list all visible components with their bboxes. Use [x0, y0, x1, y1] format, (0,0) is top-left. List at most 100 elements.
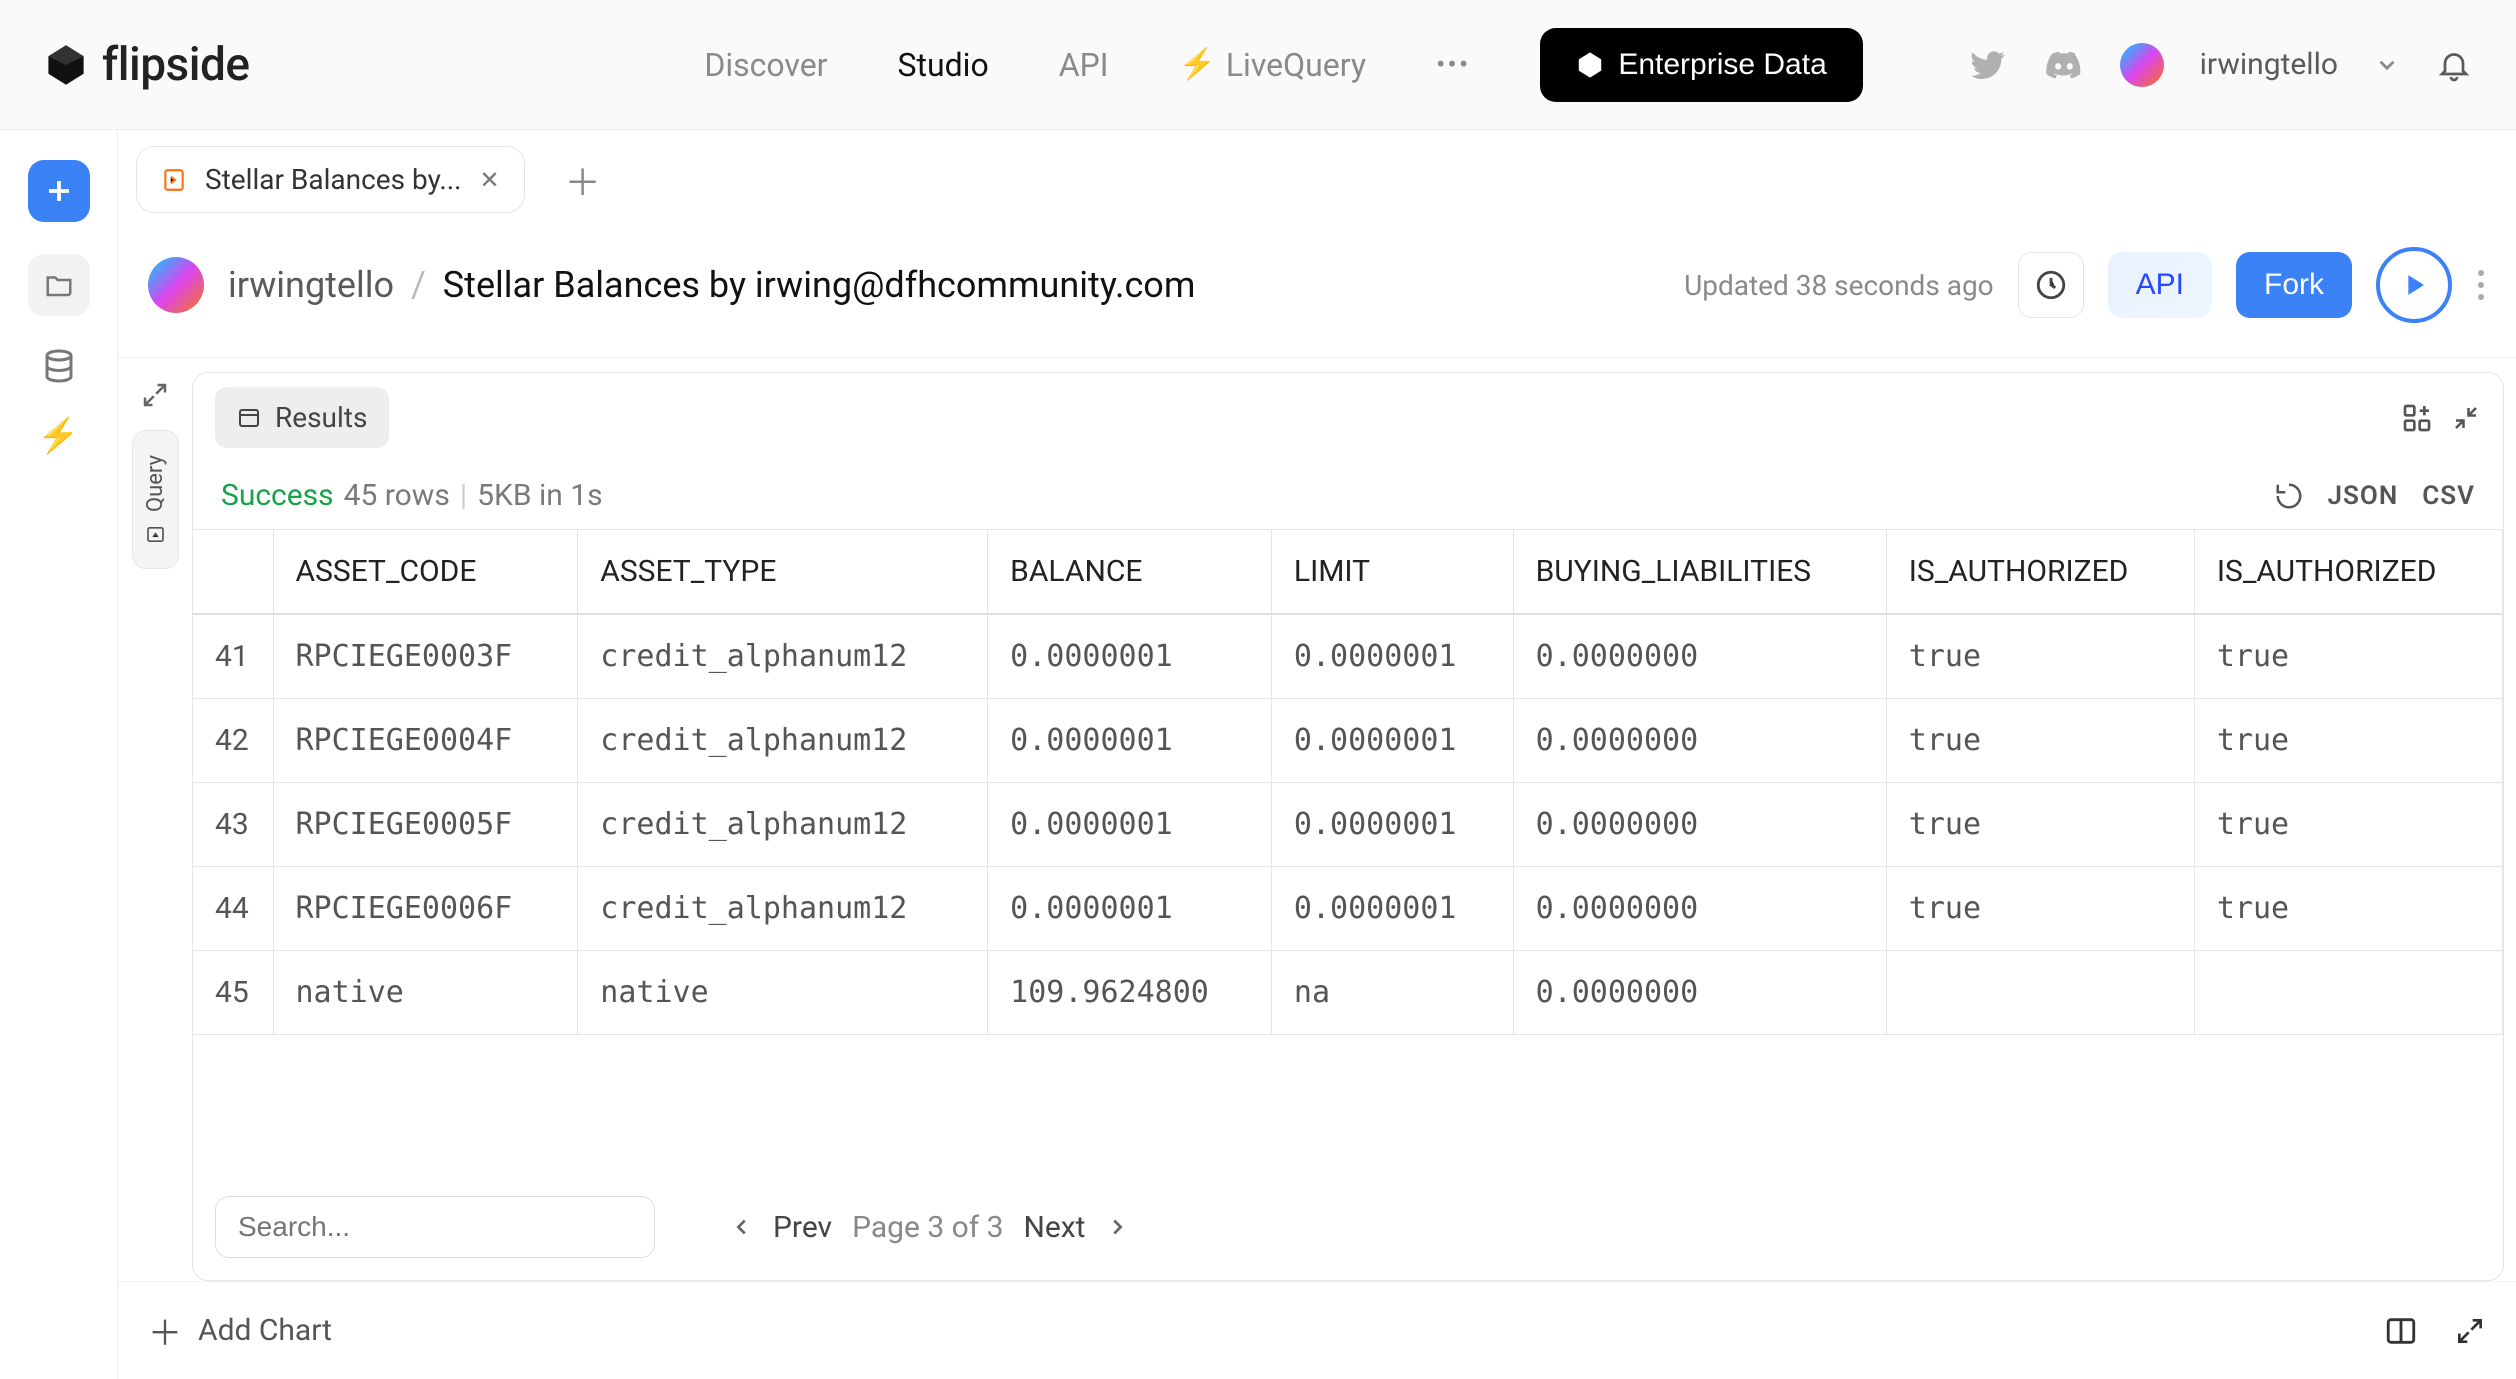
cell: native: [578, 951, 988, 1035]
cell: 0.0000001: [988, 867, 1272, 951]
prev-button[interactable]: Prev: [773, 1210, 832, 1245]
add-widget-icon[interactable]: [2401, 402, 2433, 434]
chevron-right-icon[interactable]: [1106, 1216, 1128, 1238]
cell: true: [1886, 867, 2194, 951]
table-row[interactable]: 45nativenative109.9624800na0.0000000: [193, 951, 2503, 1035]
fork-button[interactable]: Fork: [2236, 252, 2352, 318]
query-sidebar-label: Query: [143, 455, 168, 512]
cell: [1886, 951, 2194, 1035]
breadcrumb: irwingtello / Stellar Balances by irwing…: [228, 264, 1195, 306]
results-table-wrap[interactable]: ASSET_CODE ASSET_TYPE BALANCE LIMIT BUYI…: [193, 529, 2503, 1174]
nav-studio[interactable]: Studio: [898, 46, 989, 84]
nav-livequery[interactable]: ⚡ LiveQuery: [1178, 46, 1366, 84]
cell: 109.9624800: [988, 951, 1272, 1035]
content-gutter: Query: [118, 358, 192, 1281]
table-row[interactable]: 41RPCIEGE0003Fcredit_alphanum120.0000001…: [193, 614, 2503, 699]
status-size: 5KB in 1s: [477, 478, 602, 513]
col-is-authorized-2[interactable]: IS_AUTHORIZED: [2194, 530, 2502, 615]
owner-avatar[interactable]: [148, 257, 204, 313]
export-csv-button[interactable]: CSV: [2422, 481, 2475, 511]
col-balance[interactable]: BALANCE: [988, 530, 1272, 615]
cell: 0.0000001: [988, 614, 1272, 699]
plus-icon[interactable]: ＋: [148, 1306, 182, 1355]
collapse-icon[interactable]: [2451, 403, 2481, 433]
col-asset-type[interactable]: ASSET_TYPE: [578, 530, 988, 615]
add-chart-button[interactable]: Add Chart: [198, 1313, 332, 1348]
row-number: 43: [193, 783, 273, 867]
main-area: Stellar Balances by... ✕ ＋ irwingtello /…: [118, 130, 2516, 1379]
bell-icon[interactable]: [2436, 47, 2472, 83]
expand-icon[interactable]: [140, 380, 170, 410]
history-button[interactable]: [2018, 252, 2084, 318]
row-number: 41: [193, 614, 273, 699]
nav-livequery-label: LiveQuery: [1226, 46, 1366, 84]
status-success: Success: [221, 478, 334, 513]
files-button[interactable]: [28, 254, 90, 316]
col-asset-code[interactable]: ASSET_CODE: [273, 530, 578, 615]
footer-bar: ＋ Add Chart: [118, 1281, 2516, 1379]
more-vertical-icon[interactable]: [2476, 267, 2486, 303]
cell: RPCIEGE0006F: [273, 867, 578, 951]
close-icon[interactable]: ✕: [480, 166, 500, 194]
query-sidebar-tab[interactable]: Query: [132, 430, 179, 569]
play-icon: [2397, 268, 2431, 302]
table-row[interactable]: 43RPCIEGE0005Fcredit_alphanum120.0000001…: [193, 783, 2503, 867]
brand-logo[interactable]: flipside: [44, 38, 250, 92]
expand-icon[interactable]: [2454, 1315, 2486, 1347]
next-button[interactable]: Next: [1023, 1210, 1085, 1245]
nav-discover[interactable]: Discover: [704, 46, 827, 84]
folder-icon: [44, 270, 74, 300]
cell: true: [2194, 614, 2502, 699]
user-name-label[interactable]: irwingtello: [2200, 47, 2338, 82]
add-tab-button[interactable]: ＋: [551, 154, 615, 206]
cell: 0.0000001: [1271, 614, 1513, 699]
discord-icon[interactable]: [2044, 45, 2084, 85]
page-title: Stellar Balances by irwing@dfhcommunity.…: [443, 264, 1196, 306]
run-button[interactable]: [2376, 247, 2452, 323]
enterprise-icon: [1576, 51, 1604, 79]
row-number: 45: [193, 951, 273, 1035]
cell: 0.0000001: [1271, 867, 1513, 951]
cell: true: [2194, 699, 2502, 783]
results-tab[interactable]: Results: [215, 387, 389, 448]
results-tab-label: Results: [275, 401, 367, 434]
user-avatar[interactable]: [2120, 43, 2164, 87]
enterprise-data-button[interactable]: Enterprise Data: [1540, 28, 1862, 102]
chevron-down-icon[interactable]: [2374, 52, 2400, 78]
nav-center: Discover Studio API ⚡ LiveQuery ••• Ente…: [640, 28, 1928, 102]
tab-stellar-balances[interactable]: Stellar Balances by... ✕: [136, 146, 525, 213]
api-button[interactable]: API: [2108, 252, 2212, 318]
nav-more-icon[interactable]: •••: [1436, 48, 1470, 81]
twitter-icon[interactable]: [1968, 45, 2008, 85]
cell: RPCIEGE0005F: [273, 783, 578, 867]
cell: true: [1886, 783, 2194, 867]
cell: na: [1271, 951, 1513, 1035]
cell: 0.0000000: [1513, 951, 1886, 1035]
search-input[interactable]: [215, 1196, 655, 1258]
nav-api[interactable]: API: [1059, 46, 1109, 84]
status-rows: 45 rows: [344, 478, 450, 513]
table-row[interactable]: 42RPCIEGE0004Fcredit_alphanum120.0000001…: [193, 699, 2503, 783]
col-is-authorized[interactable]: IS_AUTHORIZED: [1886, 530, 2194, 615]
table-row[interactable]: 44RPCIEGE0006Fcredit_alphanum120.0000001…: [193, 867, 2503, 951]
new-button[interactable]: [28, 160, 90, 222]
database-icon[interactable]: [41, 348, 77, 384]
breadcrumb-sep: /: [411, 264, 426, 306]
pager-controls: Prev Page 3 of 3 Next: [731, 1210, 1128, 1245]
chevron-left-icon[interactable]: [731, 1216, 753, 1238]
breadcrumb-owner[interactable]: irwingtello: [228, 264, 394, 306]
cell: credit_alphanum12: [578, 614, 988, 699]
left-rail: ⚡: [0, 130, 118, 1379]
bolt-icon[interactable]: ⚡: [37, 416, 79, 456]
flipside-logo-icon: [44, 43, 88, 87]
export-json-button[interactable]: JSON: [2328, 481, 2399, 511]
cell: [2194, 951, 2502, 1035]
col-buying-liabilities[interactable]: BUYING_LIABILITIES: [1513, 530, 1886, 615]
tab-label: Stellar Balances by...: [205, 163, 462, 196]
layout-columns-icon[interactable]: [2384, 1314, 2418, 1348]
table-header-row: ASSET_CODE ASSET_TYPE BALANCE LIMIT BUYI…: [193, 530, 2503, 615]
refresh-icon[interactable]: [2274, 481, 2304, 511]
panel-head: Results: [193, 373, 2503, 462]
col-limit[interactable]: LIMIT: [1271, 530, 1513, 615]
cell: 0.0000001: [1271, 783, 1513, 867]
